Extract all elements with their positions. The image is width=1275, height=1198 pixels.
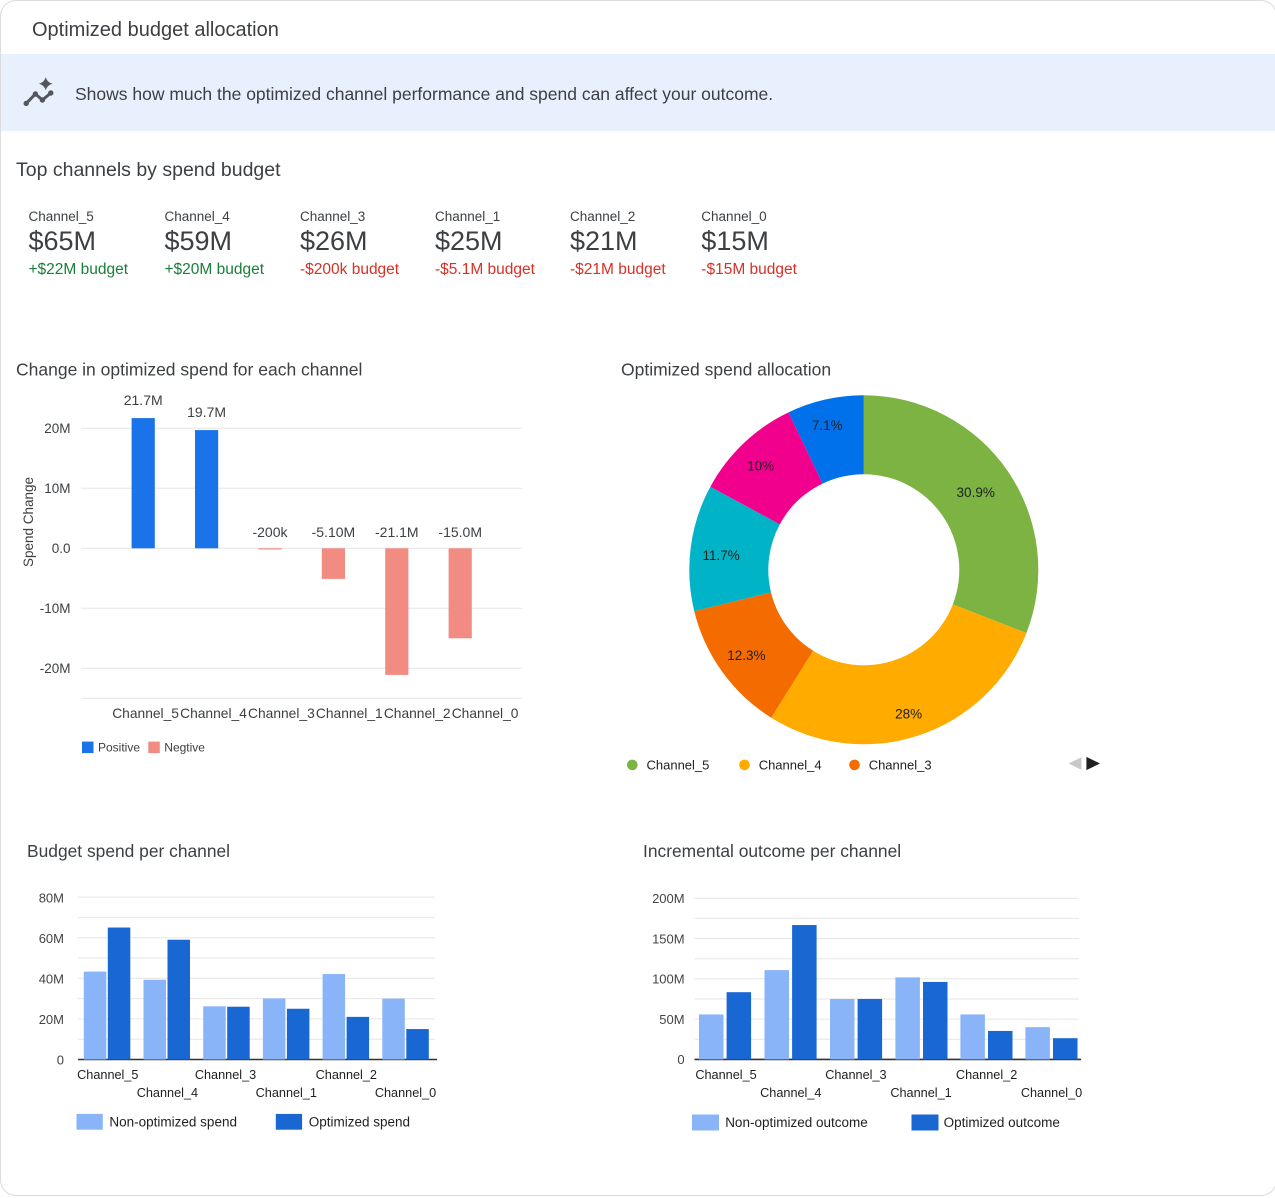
svg-text:Channel_0: Channel_0 — [1021, 1086, 1082, 1100]
svg-text:Non-optimized outcome: Non-optimized outcome — [725, 1115, 868, 1130]
svg-text:Channel_5: Channel_5 — [77, 1068, 138, 1082]
svg-text:Channel_3: Channel_3 — [869, 758, 932, 773]
svg-text:0: 0 — [677, 1052, 684, 1067]
svg-text:10%: 10% — [747, 459, 774, 474]
svg-text:Change in optimized spend for: Change in optimized spend for each chann… — [16, 359, 362, 379]
svg-text:100M: 100M — [652, 972, 685, 987]
svg-text:-15.0M: -15.0M — [438, 524, 482, 540]
svg-text:40M: 40M — [39, 972, 64, 987]
svg-text:Incremental outcome per channe: Incremental outcome per channel — [643, 841, 901, 861]
svg-text:Channel_4: Channel_4 — [759, 758, 822, 773]
svg-text:Optimized outcome: Optimized outcome — [944, 1115, 1060, 1130]
svg-text:Channel_3: Channel_3 — [195, 1068, 256, 1082]
svg-text:10M: 10M — [44, 481, 70, 496]
svg-text:21.7M: 21.7M — [124, 392, 163, 408]
svg-text:-20M: -20M — [40, 661, 71, 676]
svg-text:Channel_2: Channel_2 — [384, 706, 451, 721]
svg-text:80M: 80M — [39, 890, 64, 905]
svg-text:0: 0 — [57, 1052, 64, 1067]
svg-text:-10M: -10M — [40, 601, 71, 616]
svg-text:Channel_3: Channel_3 — [825, 1068, 886, 1082]
svg-text:-5.10M: -5.10M — [312, 524, 356, 540]
svg-text:Channel_1: Channel_1 — [316, 706, 383, 721]
svg-text:28%: 28% — [895, 707, 922, 722]
svg-text:7.1%: 7.1% — [812, 418, 843, 433]
svg-text:Channel_5: Channel_5 — [647, 758, 710, 773]
svg-text:Channel_2: Channel_2 — [316, 1068, 377, 1082]
svg-text:60M: 60M — [39, 931, 64, 946]
svg-text:Channel_5: Channel_5 — [695, 1068, 756, 1082]
svg-text:0.0: 0.0 — [52, 541, 71, 556]
svg-text:Channel_5: Channel_5 — [112, 706, 179, 721]
svg-text:12.3%: 12.3% — [727, 648, 765, 663]
svg-text:19.7M: 19.7M — [187, 404, 226, 420]
svg-text:Channel_0: Channel_0 — [452, 706, 519, 721]
svg-text:Channel_4: Channel_4 — [760, 1086, 821, 1100]
svg-text:Optimized spend allocation: Optimized spend allocation — [621, 359, 831, 379]
svg-text:-200k: -200k — [252, 524, 288, 540]
svg-text:50M: 50M — [659, 1012, 684, 1027]
svg-text:Channel_2: Channel_2 — [956, 1068, 1017, 1082]
svg-text:20M: 20M — [39, 1012, 64, 1027]
svg-text:Channel_0: Channel_0 — [375, 1086, 436, 1100]
svg-text:150M: 150M — [652, 931, 685, 946]
svg-text:Channel_1: Channel_1 — [256, 1086, 317, 1100]
svg-text:11.7%: 11.7% — [702, 548, 739, 563]
svg-text:20M: 20M — [44, 421, 70, 436]
svg-text:Channel_4: Channel_4 — [137, 1086, 198, 1100]
svg-text:Spend Change: Spend Change — [21, 477, 36, 567]
svg-text:Channel_3: Channel_3 — [248, 706, 315, 721]
svg-text:Channel_4: Channel_4 — [180, 706, 247, 721]
svg-text:-21.1M: -21.1M — [375, 524, 419, 540]
svg-text:200M: 200M — [652, 891, 685, 906]
svg-text:Negtive: Negtive — [164, 741, 205, 755]
svg-text:Optimized spend: Optimized spend — [309, 1115, 410, 1130]
svg-text:Channel_1: Channel_1 — [890, 1086, 951, 1100]
svg-text:Non-optimized spend: Non-optimized spend — [109, 1115, 237, 1130]
svg-text:Budget spend per channel: Budget spend per channel — [27, 841, 230, 861]
svg-text:30.9%: 30.9% — [957, 485, 995, 500]
svg-text:Positive: Positive — [98, 741, 140, 755]
